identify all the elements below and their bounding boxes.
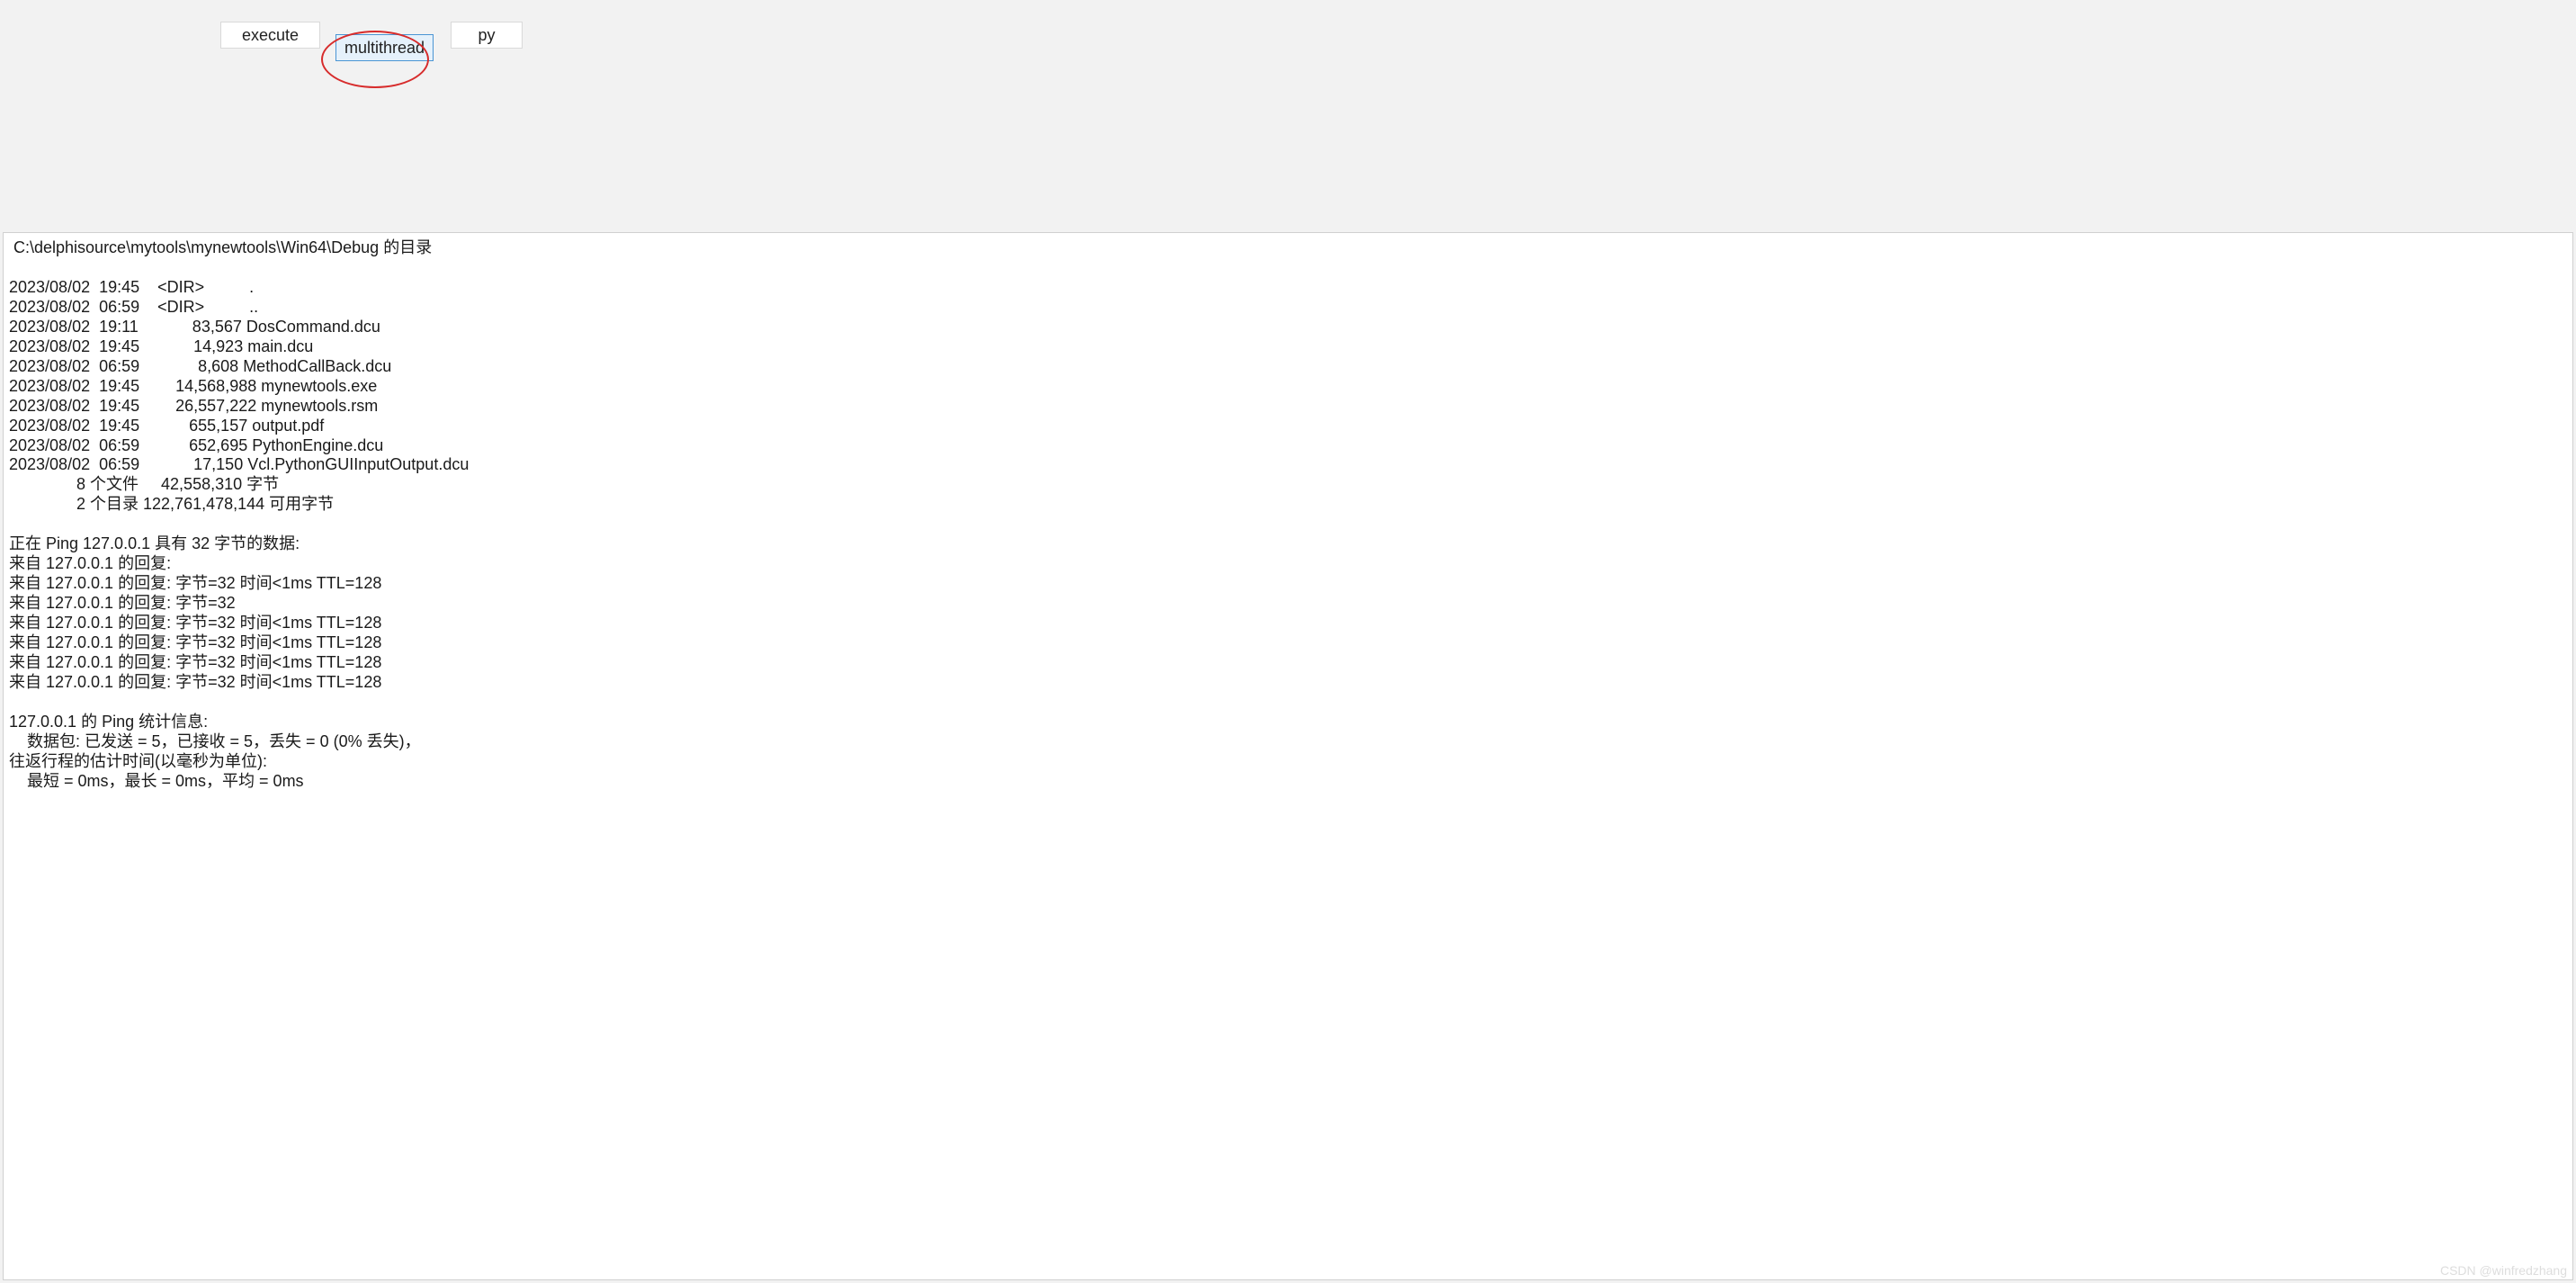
execute-button[interactable]: execute bbox=[220, 22, 320, 49]
multithread-button[interactable]: multithread bbox=[335, 34, 434, 61]
output-text: C:\delphisource\mytools\mynewtools\Win64… bbox=[9, 238, 2567, 792]
output-panel[interactable]: C:\delphisource\mytools\mynewtools\Win64… bbox=[3, 232, 2573, 1280]
watermark-text: CSDN @winfredzhang bbox=[2440, 1263, 2567, 1278]
py-button[interactable]: py bbox=[451, 22, 523, 49]
top-panel: execute multithread py bbox=[0, 0, 2576, 232]
